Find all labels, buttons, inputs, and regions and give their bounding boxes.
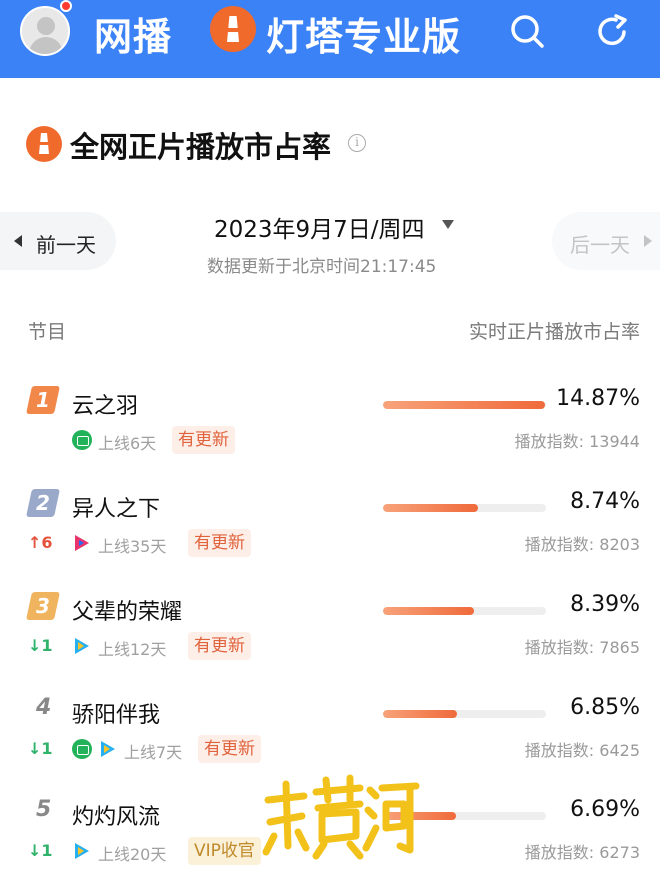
online-days: 上线7天 [124,743,183,762]
play-index: 播放指数: 13944 [514,432,640,451]
search-icon[interactable] [508,12,546,50]
tencent-video-icon [98,739,118,759]
rank-number: 5 [36,797,52,822]
list-item[interactable]: 3 父辈的荣耀 ↓1 上线12天 有更新 8.39% 播放指数: 7865 [0,592,660,684]
play-index: 播放指数: 6425 [524,741,640,760]
chevron-left-icon [14,235,22,247]
share-bar-fill [383,504,478,512]
watermark-logo [262,774,420,860]
iqiyi-icon [72,739,92,759]
program-title[interactable]: 异人之下 [72,491,160,523]
dengta-logo-icon [210,6,256,52]
prev-day-label: 前一天 [36,233,96,257]
online-days: 上线35天 [98,537,167,556]
rank-badge: 3 [26,592,60,620]
section-title: 全网正片播放市占率 [70,130,332,164]
next-day-label: 后一天 [570,233,630,257]
share-icon[interactable] [594,12,632,50]
update-tag: 有更新 [188,529,251,557]
tab-wangbo[interactable]: 网播 [94,6,172,61]
rank-badge: 1 [26,386,60,414]
update-time: 数据更新于北京时间21:17:45 [207,257,437,277]
share-bar [383,504,546,512]
share-percent: 6.85% [570,695,640,720]
notification-dot [60,0,72,12]
column-header-program: 节目 [28,321,67,343]
chevron-right-icon [644,235,652,247]
share-bar [383,710,546,718]
share-bar-fill [383,607,475,615]
update-tag: 有更新 [198,735,261,763]
program-title[interactable]: 骄阳伴我 [72,697,160,729]
rank-number: 4 [36,695,52,720]
online-days: 上线20天 [98,845,167,864]
tencent-video-icon [72,841,92,861]
update-tag: 有更新 [172,426,235,454]
rank-change: ↓1 [28,636,53,655]
play-index: 播放指数: 7865 [524,638,640,657]
youku-icon [72,533,92,553]
avatar[interactable] [20,6,70,56]
dengta-logo-icon [26,126,62,162]
play-index: 播放指数: 6273 [524,843,640,862]
column-header-share: 实时正片播放市占率 [468,321,640,343]
share-percent: 14.87% [556,386,640,411]
program-title[interactable]: 父辈的荣耀 [72,594,182,626]
update-tag: 有更新 [188,632,251,660]
list-item[interactable]: 2 异人之下 ↑6 上线35天 有更新 8.74% 播放指数: 8203 [0,489,660,581]
share-percent: 8.39% [570,592,640,617]
list-item[interactable]: 1 云之羽上线6天 有更新 14.87% 播放指数: 13944 [0,386,660,478]
rank-change: ↓1 [28,739,53,758]
prev-day-button[interactable]: 前一天 [0,212,116,270]
share-bar [383,401,546,409]
share-percent: 8.74% [570,489,640,514]
tencent-video-icon [72,636,92,656]
caret-down-icon[interactable] [442,220,454,229]
rank-badge: 2 [26,489,60,517]
share-bar [383,607,546,615]
play-index: 播放指数: 8203 [524,535,640,554]
top-header: 网播 灯塔专业版 [0,0,660,78]
online-days: 上线12天 [98,640,167,659]
next-day-button: 后一天 [552,212,660,270]
iqiyi-icon [72,430,92,450]
vip-finale-tag: VIP收官 [188,837,261,865]
date-selector[interactable]: 2023年9月7日/周四 [214,210,425,244]
program-title[interactable]: 云之羽 [72,388,138,420]
rank-change: ↓1 [28,841,53,860]
online-days: 上线6天 [98,434,157,453]
share-bar-fill [383,710,458,718]
tab-dengta[interactable]: 灯塔专业版 [266,6,461,61]
rank-change: ↑6 [28,533,53,552]
share-bar-fill [383,401,545,409]
share-percent: 6.69% [570,797,640,822]
info-icon[interactable]: i [348,134,366,152]
program-title[interactable]: 灼灼风流 [72,799,160,831]
